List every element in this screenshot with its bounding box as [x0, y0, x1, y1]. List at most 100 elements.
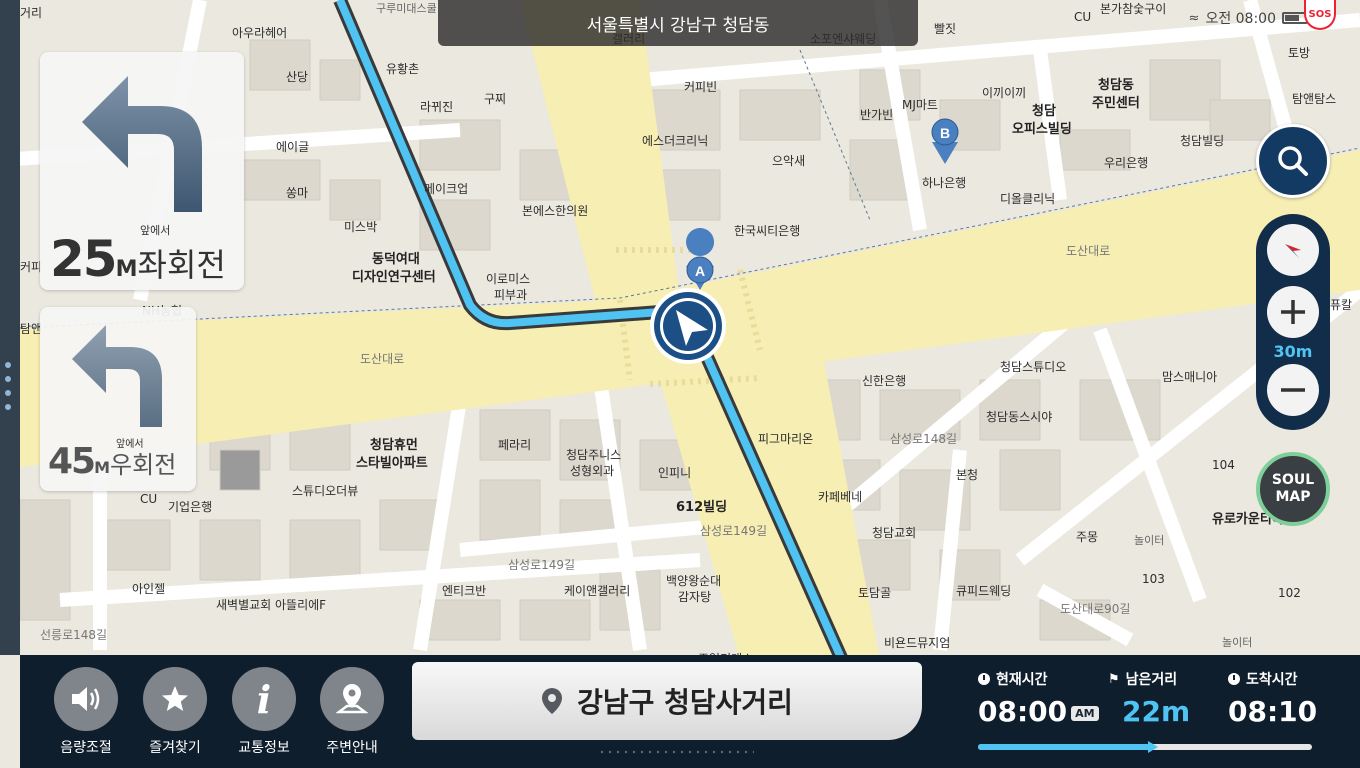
nearby-button[interactable]: 주변안내 — [312, 667, 392, 757]
turn-next-unit: M — [94, 458, 111, 477]
map-label: 주몽 — [1076, 530, 1099, 544]
map-label: 아인젤 — [132, 582, 166, 596]
map-label: 도산대로 — [1066, 244, 1111, 258]
map-label: 삼성로149길 — [508, 558, 576, 572]
favorites-button[interactable]: 즐겨찾기 — [135, 667, 215, 757]
map-label: 청담빌딩 — [1180, 134, 1225, 148]
map-label: 청담휴먼 — [370, 438, 418, 453]
zoom-control: 30m — [1256, 214, 1330, 430]
checkered-flag-icon: ⚑ — [1108, 671, 1120, 687]
volume-button[interactable]: 음량조절 — [46, 667, 126, 757]
turn-next-direction: 우회전 — [110, 451, 177, 479]
map-label: 612빌딩 — [676, 500, 728, 515]
map-label: 디올클리닉 — [1000, 192, 1056, 206]
map-label: 동덕여대 — [372, 252, 420, 267]
map-label: 카페베네 — [818, 490, 863, 504]
left-edge-strip — [0, 0, 20, 655]
map-label: 메이크업 — [424, 182, 469, 196]
current-position-icon — [650, 288, 726, 364]
remaining-distance-label: 남은거리 — [1125, 672, 1178, 688]
minus-icon — [1281, 388, 1305, 392]
volume-button-label: 음량조절 — [60, 740, 112, 756]
turn-guidance-main: 앞에서 25M좌회전 — [40, 52, 244, 290]
map-label: 백양왕순대 — [666, 574, 722, 588]
map-label: 산당 — [286, 70, 309, 84]
map-label: 맘스매니아 — [1162, 370, 1218, 384]
map-label: 놀이터 — [1222, 636, 1253, 649]
turn-main-distance: 25 — [50, 230, 118, 288]
zoom-out-button[interactable] — [1267, 364, 1319, 416]
map-label: 피그마리온 — [758, 432, 814, 446]
map-label: 감자탕 — [678, 590, 712, 604]
destination-name: 강남구 청담사거리 — [577, 686, 793, 719]
remaining-distance-block: ⚑ 남은거리 22m — [1108, 669, 1190, 729]
route-progress-marker — [1147, 741, 1158, 753]
clock-icon — [1228, 673, 1240, 685]
plus-icon — [1281, 300, 1305, 324]
clock-icon — [978, 673, 990, 685]
map-label: 우리은행 — [1104, 156, 1149, 170]
soul-map-button[interactable]: SOUL MAP — [1256, 452, 1330, 526]
status-bar: ≈ 오전 08:00 — [1189, 8, 1308, 28]
map-label: 102 — [1278, 586, 1301, 600]
turn-main-unit: M — [115, 257, 138, 282]
location-pin-icon — [336, 684, 368, 714]
map-label: 이끼이끼 — [982, 86, 1027, 100]
star-icon — [162, 686, 188, 711]
map-label: 인피니 — [658, 466, 692, 480]
compass-icon — [1285, 244, 1301, 258]
map-label: 엔티크반 — [442, 584, 487, 598]
map-label: 구찌 — [484, 92, 507, 106]
traffic-info-button[interactable]: i 교통정보 — [224, 667, 304, 757]
map-label: 선릉로148길 — [40, 628, 108, 642]
map-label: 성형외과 — [570, 464, 615, 478]
ampm-badge: AM — [1071, 705, 1099, 721]
arrival-time-label: 도착시간 — [1246, 672, 1298, 688]
volume-icon — [72, 687, 100, 711]
compass-button[interactable] — [1267, 224, 1319, 276]
map-label: 으악새 — [772, 154, 806, 168]
map-label: 큐피드웨딩 — [956, 584, 1012, 598]
map-label: MJ마트 — [902, 98, 938, 112]
current-time-label: 현재시간 — [996, 672, 1048, 688]
search-button[interactable] — [1256, 124, 1330, 198]
map-label: 기업은행 — [168, 500, 213, 514]
map-label: 본청 — [956, 468, 979, 482]
map-label: 본에스한의원 — [522, 204, 589, 218]
map-label: 도산대로90길 — [1060, 602, 1131, 616]
map-label: 신한은행 — [862, 374, 907, 388]
route-progress-fill — [978, 744, 1152, 750]
map-label: 에스더크리닉 — [642, 134, 709, 148]
turn-left-arrow-next-icon — [72, 325, 162, 427]
map-label: 한국씨티은행 — [734, 224, 801, 238]
map-label: 청담 — [1032, 104, 1056, 119]
map-label: 아우라헤어 — [232, 26, 288, 40]
map-label: 삼성로148길 — [890, 432, 958, 446]
map-label: 반가빈 — [860, 108, 894, 122]
destination-pin-icon — [542, 688, 563, 714]
current-address-bar: 서울특별시 강남구 청담동 — [438, 0, 918, 46]
page-indicator — [598, 750, 754, 754]
map-label: 쏭마 — [286, 186, 309, 200]
nearby-button-label: 주변안내 — [326, 740, 378, 756]
current-time-block: 현재시간 08:00 AM — [978, 669, 1099, 728]
zoom-in-button[interactable] — [1267, 286, 1319, 338]
traffic-info-button-label: 교통정보 — [238, 740, 290, 756]
map-label: 케이앤갤러리 — [564, 584, 631, 598]
map-label: 삼성로149길 — [700, 524, 768, 538]
map-label: 청담동스시야 — [986, 410, 1053, 424]
map-label: 피부과 — [494, 288, 528, 302]
turn-next-distance: 45 — [48, 441, 96, 482]
map-label: 새벽별교회 아뜰리에F — [216, 598, 327, 612]
marker-b-label: B — [940, 125, 950, 141]
map-label: 비욘드뮤지엄 — [884, 636, 951, 650]
map-label: 104 — [1212, 458, 1235, 472]
destination-box[interactable]: 강남구 청담사거리 — [412, 662, 922, 740]
info-icon: i — [256, 676, 272, 722]
current-time-value: 08:00 — [978, 695, 1068, 728]
map-label: 디자인연구센터 — [352, 270, 436, 285]
map-label: 청담동 — [1098, 78, 1134, 93]
map-label: 103 — [1142, 572, 1165, 586]
map-label: 본가참숯구이 — [1100, 2, 1167, 16]
map-label: 유황촌 — [386, 62, 420, 76]
